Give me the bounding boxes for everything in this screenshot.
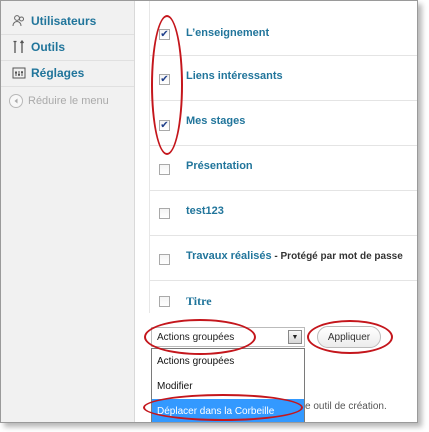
table-row: ✔ L’enseignement: [150, 11, 417, 56]
table-row: Titre: [150, 281, 417, 313]
settings-icon: [11, 65, 27, 81]
bulk-actions-select[interactable]: Actions groupées ▼: [151, 327, 305, 347]
users-icon: [11, 13, 27, 29]
post-title-link[interactable]: Mes stages: [186, 115, 245, 127]
row-checkbox[interactable]: ✔: [159, 74, 170, 85]
sidebar-item-label: Utilisateurs: [31, 14, 97, 28]
row-checkbox[interactable]: ✔: [159, 120, 170, 131]
row-checkbox[interactable]: [159, 164, 170, 175]
row-checkbox[interactable]: [159, 254, 170, 265]
sidebar-item-label: Outils: [31, 40, 66, 54]
sidebar-item-outils[interactable]: Outils: [1, 35, 134, 59]
row-checkbox[interactable]: ✔: [159, 29, 170, 40]
sidebar-item-utilisateurs[interactable]: Utilisateurs: [1, 9, 134, 33]
apply-button[interactable]: Appliquer: [317, 326, 381, 348]
collapse-arrow-icon: [9, 94, 23, 108]
table-row: Présentation: [150, 146, 417, 191]
sidebar-item-reglages[interactable]: Réglages: [1, 61, 134, 85]
checkmark-icon: ✔: [160, 119, 169, 131]
post-title-cell: Travaux réalisés - Protégé par mot de pa…: [186, 250, 403, 262]
chevron-down-icon[interactable]: ▼: [288, 330, 302, 344]
admin-sidebar: Utilisateurs Outils Réglages Réduire le …: [1, 1, 135, 422]
screenshot-frame: Utilisateurs Outils Réglages Réduire le …: [0, 0, 418, 423]
post-title-link[interactable]: Liens intéressants: [186, 70, 283, 82]
dropdown-option-trash[interactable]: Déplacer dans la Corbeille: [152, 399, 304, 422]
menu-divider: [1, 86, 134, 87]
posts-main: ✔ L’enseignement ✔ Liens intéressants ✔ …: [135, 1, 417, 422]
table-row: ✔ Liens intéressants: [150, 56, 417, 101]
table-row: ✔ Mes stages: [150, 101, 417, 146]
dropdown-option[interactable]: Modifier: [152, 374, 304, 399]
bulk-actions-dropdown: Actions groupées Modifier Déplacer dans …: [151, 348, 305, 422]
checkmark-icon: ✔: [160, 28, 169, 40]
tools-icon: [11, 39, 27, 55]
table-row: test123: [150, 191, 417, 236]
checkmark-icon: ✔: [160, 73, 169, 85]
post-title-link[interactable]: L’enseignement: [186, 27, 269, 39]
collapse-menu-button[interactable]: Réduire le menu: [9, 94, 109, 108]
row-checkbox[interactable]: [159, 208, 170, 219]
collapse-menu-label: Réduire le menu: [28, 95, 109, 107]
column-header-title[interactable]: Titre: [186, 294, 212, 309]
post-title-link[interactable]: test123: [186, 205, 224, 217]
dropdown-option[interactable]: Actions groupées: [152, 349, 304, 374]
post-title-link[interactable]: Travaux réalisés: [186, 250, 272, 262]
bulk-actions-value: Actions groupées: [157, 331, 235, 343]
row-checkbox[interactable]: [159, 296, 170, 307]
footer-text: e outil de création.: [305, 401, 387, 412]
table-row: Travaux réalisés - Protégé par mot de pa…: [150, 236, 417, 281]
password-protected-note: - Protégé par mot de passe: [271, 251, 403, 262]
posts-list: ✔ L’enseignement ✔ Liens intéressants ✔ …: [149, 1, 417, 313]
post-title-link[interactable]: Présentation: [186, 160, 253, 172]
sidebar-item-label: Réglages: [31, 66, 85, 80]
